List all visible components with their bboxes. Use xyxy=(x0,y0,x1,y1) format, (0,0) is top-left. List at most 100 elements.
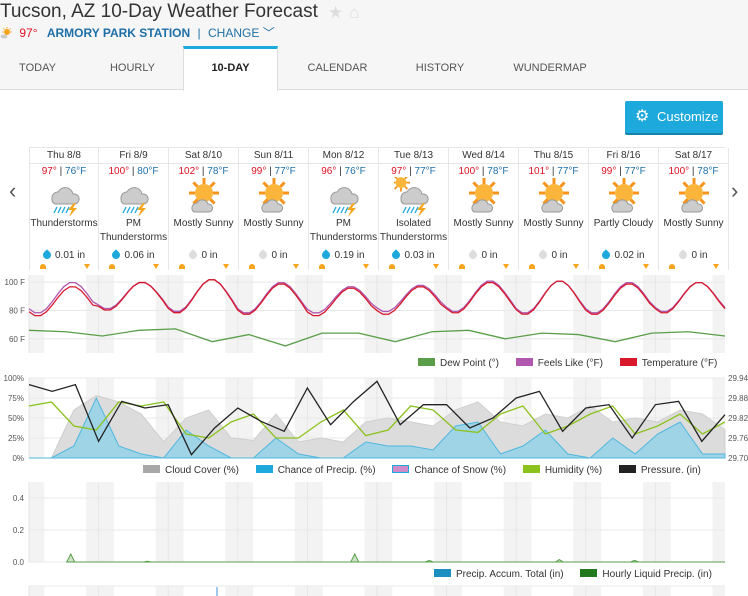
day-condition: Mostly Sunny xyxy=(239,217,308,245)
change-station-link[interactable]: CHANGE ﹀ xyxy=(208,26,275,40)
sunset-icon xyxy=(713,264,719,269)
forecast-day[interactable]: Fri 8/16 99° | 77°F Partly Cloudy 0.02 in xyxy=(589,148,659,270)
night-band xyxy=(86,275,99,353)
precip-amount: 0 in xyxy=(201,250,218,261)
legend-feels-like[interactable]: Feels Like (°F) xyxy=(515,358,603,369)
night-band xyxy=(585,482,602,562)
day-condition: PM Thunderstorms xyxy=(309,217,378,245)
precip-amount: 0.01 in xyxy=(54,250,86,261)
night-band xyxy=(655,275,671,353)
forecast-day[interactable]: Sat 8/17 100° | 78°F Mostly Sunny 0 in xyxy=(659,148,729,270)
tab-hourly[interactable]: HOURLY xyxy=(80,46,185,90)
next-arrow-button[interactable]: › xyxy=(731,178,738,204)
day-condition: Partly Cloudy xyxy=(589,217,658,245)
home-icon[interactable]: ⌂ xyxy=(349,3,359,22)
precip-amount: 0.02 in xyxy=(614,250,645,261)
sunset-icon xyxy=(84,264,90,269)
forecast-day[interactable]: Sun 8/11 99° | 77°F Mostly Sunny 0 in xyxy=(239,148,309,270)
raindrop-icon xyxy=(390,249,403,261)
day-condition: Mostly Sunny xyxy=(659,217,728,245)
condition-line: Mostly Sunny xyxy=(453,218,514,229)
sunset-icon xyxy=(293,264,299,269)
night-band xyxy=(642,586,656,596)
night-band xyxy=(98,586,114,596)
tstorms-icon xyxy=(99,177,168,217)
header-bar: Tucson, AZ 10-Day Weather Forecast ★ ⌂ 97… xyxy=(0,0,748,46)
customize-button[interactable]: ⚙ Customize xyxy=(625,101,723,133)
night-band xyxy=(168,586,184,596)
high-temp: 97° xyxy=(41,166,57,177)
mostlysunny-icon xyxy=(659,177,728,217)
tick-label: 60 F xyxy=(9,335,25,344)
forecast-day[interactable]: Mon 8/12 96° | 76°F PM Thunderstorms 0.19 in xyxy=(309,148,379,270)
legend-humidity[interactable]: Humidity (%) xyxy=(522,465,602,476)
night-band xyxy=(29,586,45,596)
sunset-icon xyxy=(503,264,509,269)
forecast-day[interactable]: Sat 8/10 102° | 78°F Mostly Sunny 0 in xyxy=(169,148,239,270)
precip-chart: 0.4 0.2 0.0 xyxy=(13,482,725,567)
mostlysunny-icon xyxy=(519,177,588,217)
tstorms-icon xyxy=(309,177,378,217)
tick-label: 80 F xyxy=(9,306,25,315)
legend-chance-precip[interactable]: Chance of Precip. (%) xyxy=(255,465,376,476)
legend-precip-accum[interactable]: Precip. Accum. Total (in) xyxy=(434,569,564,580)
high-temp: 100° xyxy=(108,166,130,177)
day-date: Thu 8/15 xyxy=(519,148,588,164)
legend-label: Chance of Snow (%) xyxy=(414,465,507,476)
tab-10-day[interactable]: 10-DAY xyxy=(183,46,278,91)
day-condition: Mostly Sunny xyxy=(169,217,238,245)
tstorms-icon xyxy=(30,177,98,217)
tick-label: 0% xyxy=(12,454,24,463)
night-band xyxy=(364,586,377,596)
forecast-day[interactable]: Fri 8/9 100° | 80°F PM Thunderstorms 0.06 in xyxy=(99,148,169,270)
day-hi-lo: 99° | 77°F xyxy=(601,166,646,177)
sunrise-icon xyxy=(40,264,46,269)
legend-chance-snow[interactable]: Chance of Snow (%) xyxy=(392,465,506,476)
forecast-day[interactable]: Wed 8/14 100° | 78°F Mostly Sunny 0 in xyxy=(449,148,519,270)
sunrise-icon xyxy=(459,264,465,269)
low-temp: 80°F xyxy=(137,166,159,177)
separator: | xyxy=(197,26,201,40)
dry-drop-icon xyxy=(257,249,270,261)
day-hi-lo: 100° | 78°F xyxy=(458,166,509,177)
star-icon[interactable]: ★ xyxy=(328,3,343,22)
legend-dew-point[interactable]: Dew Point (°) xyxy=(418,358,499,369)
night-band xyxy=(434,482,447,562)
high-temp: 100° xyxy=(458,166,480,177)
tab-wundermap[interactable]: WUNDERMAP xyxy=(500,46,600,90)
legend-temperature[interactable]: Temperature (°F) xyxy=(619,358,717,369)
change-label: CHANGE xyxy=(208,26,260,40)
legend-pressure[interactable]: Pressure. (in) xyxy=(618,465,701,476)
legend-label: Feels Like (°F) xyxy=(537,358,603,369)
tab-history[interactable]: HISTORY xyxy=(390,46,490,90)
dry-drop-icon xyxy=(537,249,550,261)
sky-legend: Cloud Cover (%) Chance of Precip. (%) Ch… xyxy=(143,465,701,476)
mostlysunny-icon xyxy=(239,177,308,217)
forecast-day[interactable]: Thu 8/8 97° | 76°F Thunderstorms 0.01 in xyxy=(29,148,99,270)
night-band xyxy=(168,275,184,353)
tick-label: 0.2 xyxy=(13,526,25,535)
day-hi-lo: 102° | 78°F xyxy=(178,166,229,177)
low-temp: 77°F xyxy=(274,166,296,177)
low-temp: 78°F xyxy=(487,166,509,177)
precip-legend: Precip. Accum. Total (in) Hourly Liquid … xyxy=(434,569,712,580)
forecast-day[interactable]: Tue 8/13 97° | 77°F Isolated Thunderstorms 0… xyxy=(379,148,449,270)
tick-label: 75% xyxy=(8,394,24,403)
legend-cloud-cover[interactable]: Cloud Cover (%) xyxy=(143,465,239,476)
sunrise-icon xyxy=(179,264,185,269)
tab-calendar[interactable]: CALENDAR xyxy=(285,46,390,90)
day-hi-lo: 101° | 77°F xyxy=(528,166,579,177)
legend-hourly-precip[interactable]: Hourly Liquid Precip. (in) xyxy=(580,569,712,580)
sunset-icon xyxy=(643,264,649,269)
gear-icon: ⚙ xyxy=(635,108,650,125)
sun-shape xyxy=(394,177,411,192)
prev-arrow-button[interactable]: ‹ xyxy=(9,178,16,204)
night-band xyxy=(29,482,45,562)
day-date: Fri 8/9 xyxy=(99,148,168,164)
tab-today[interactable]: TODAY xyxy=(0,46,75,90)
forecast-day[interactable]: Thu 8/15 101° | 77°F Mostly Sunny 0 in xyxy=(519,148,589,270)
station-link[interactable]: ARMORY PARK STATION xyxy=(47,26,190,40)
night-band xyxy=(434,275,447,353)
condition-line: PM xyxy=(336,218,351,229)
partlycloudy-icon xyxy=(589,177,658,217)
